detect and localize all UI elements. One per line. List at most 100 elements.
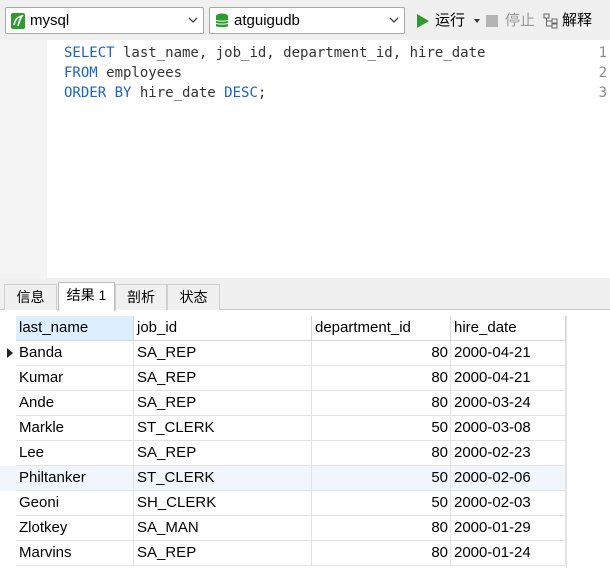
run-button[interactable]: 运行 (414, 11, 481, 31)
cell-last-name[interactable]: Lee (16, 441, 134, 466)
table-row[interactable]: Zlotkey SA_MAN 80 2000-01-29 (0, 516, 566, 541)
sql-editor[interactable]: SELECT last_name, job_id, department_id,… (0, 40, 610, 278)
table-row[interactable]: Marvins SA_REP 80 2000-01-24 (0, 541, 566, 566)
tab-status-label: 状态 (179, 289, 208, 305)
cell-department-id[interactable]: 50 (312, 491, 451, 516)
cell-hire-date[interactable]: 2000-02-23 (451, 441, 566, 466)
table-row[interactable]: Philtanker ST_CLERK 50 2000-02-06 (0, 466, 566, 491)
chevron-down-icon (188, 17, 198, 23)
tab-profile-label: 剖析 (127, 289, 155, 305)
mysql-connection-icon (11, 13, 25, 29)
connection-name: mysql (30, 12, 70, 29)
explain-label: 解释 (562, 12, 593, 29)
cell-last-name[interactable]: Philtanker (16, 466, 134, 491)
database-select[interactable]: atguigudb (209, 7, 405, 34)
cell-last-name[interactable]: Geoni (16, 491, 134, 516)
sql-text: employees (97, 65, 183, 81)
cell-hire-date[interactable]: 2000-03-08 (451, 416, 566, 441)
table-row[interactable]: Geoni SH_CLERK 50 2000-02-03 (0, 491, 566, 516)
tab-info[interactable]: 信息 (4, 284, 57, 310)
code-line[interactable]: SELECT last_name, job_id, department_id,… (64, 43, 485, 63)
cell-job-id[interactable]: SA_MAN (134, 516, 312, 541)
tab-info-label: 信息 (16, 289, 45, 305)
cell-hire-date[interactable]: 2000-02-06 (451, 466, 566, 491)
cell-department-id[interactable]: 80 (312, 391, 451, 416)
table-row[interactable]: Markle ST_CLERK 50 2000-03-08 (0, 416, 566, 441)
sql-text: hire_date (131, 85, 225, 101)
cell-last-name[interactable]: Banda (16, 341, 134, 366)
table-row[interactable]: Kumar SA_REP 80 2000-04-21 (0, 366, 566, 391)
database-icon (215, 13, 229, 28)
cell-job-id[interactable]: SA_REP (134, 541, 312, 566)
stop-label: 停止 (505, 12, 536, 29)
cell-hire-date[interactable]: 2000-04-21 (451, 366, 566, 391)
cell-department-id[interactable]: 80 (312, 516, 451, 541)
cell-department-id[interactable]: 80 (312, 541, 451, 566)
cell-department-id[interactable]: 80 (312, 366, 451, 391)
line-number: 1 (598, 45, 607, 61)
cell-job-id[interactable]: SA_REP (134, 341, 312, 366)
stop-icon (486, 15, 498, 27)
sql-text: ; (257, 85, 267, 101)
cell-last-name[interactable]: Marvins (16, 541, 134, 566)
code-line[interactable]: FROM employees (64, 63, 182, 83)
cell-hire-date[interactable]: 2000-03-24 (451, 391, 566, 416)
result-tab-bar: 信息 结果 1 剖析 状态 (0, 282, 610, 311)
column-header-last-name[interactable]: last_name (16, 316, 134, 341)
cell-department-id[interactable]: 50 (312, 416, 451, 441)
cell-department-id[interactable]: 80 (312, 341, 451, 366)
run-label: 运行 (435, 12, 466, 29)
sql-keyword: FROM (64, 65, 98, 81)
sql-keyword: SELECT (64, 45, 115, 61)
cell-last-name[interactable]: Kumar (16, 366, 134, 391)
result-grid[interactable]: last_name job_id department_id hire_date… (0, 310, 610, 568)
cell-job-id[interactable]: ST_CLERK (134, 416, 312, 441)
tab-status[interactable]: 状态 (167, 284, 220, 310)
cell-job-id[interactable]: ST_CLERK (134, 466, 312, 491)
sql-keyword: DESC (224, 85, 258, 101)
cell-job-id[interactable]: SA_REP (134, 391, 312, 416)
cell-last-name[interactable]: Ande (16, 391, 134, 416)
column-header-department-id[interactable]: department_id (312, 316, 451, 341)
database-name: atguigudb (234, 12, 300, 29)
line-number: 3 (598, 85, 607, 101)
sql-text: last_name, job_id, department_id, hire_d… (114, 45, 486, 61)
tab-profile[interactable]: 剖析 (115, 284, 167, 310)
cell-last-name[interactable]: Markle (16, 416, 134, 441)
cell-job-id[interactable]: SA_REP (134, 441, 312, 466)
column-header-label: department_id (315, 319, 411, 336)
column-header-label: hire_date (454, 319, 517, 336)
stop-button[interactable]: 停止 (486, 11, 535, 31)
line-number: 2 (598, 65, 607, 81)
explain-button[interactable]: 解释 (543, 11, 592, 31)
cell-hire-date[interactable]: 2000-01-29 (451, 516, 566, 541)
connection-select[interactable]: mysql (5, 7, 204, 34)
cell-department-id[interactable]: 50 (312, 466, 451, 491)
cell-job-id[interactable]: SH_CLERK (134, 491, 312, 516)
tab-result-1-label: 结果 1 (66, 287, 107, 303)
cell-hire-date[interactable]: 2000-01-24 (451, 541, 566, 566)
column-header-hire-date[interactable]: hire_date (451, 316, 566, 341)
column-header-job-id[interactable]: job_id (134, 316, 312, 341)
table-row[interactable]: Ande SA_REP 80 2000-03-24 (0, 391, 566, 416)
tab-result-1[interactable]: 结果 1 (58, 282, 115, 311)
cell-hire-date[interactable]: 2000-02-03 (451, 491, 566, 516)
current-row-indicator-icon (7, 348, 13, 358)
cell-department-id[interactable]: 80 (312, 441, 451, 466)
caret-down-icon[interactable] (474, 19, 481, 23)
play-icon (417, 14, 429, 28)
line-number-gutter (0, 40, 47, 278)
column-header-label: job_id (137, 319, 178, 336)
cell-job-id[interactable]: SA_REP (134, 366, 312, 391)
explain-icon (543, 13, 558, 29)
grid-empty-area (566, 316, 610, 568)
grid-header: last_name job_id department_id hire_date (0, 316, 566, 341)
cell-hire-date[interactable]: 2000-04-21 (451, 341, 566, 366)
code-line[interactable]: ORDER BY hire_date DESC; (64, 83, 266, 103)
column-header-label: last_name (19, 319, 89, 336)
toolbar: mysql atguigudb 运行 停止 解释 (0, 0, 610, 40)
sql-keyword: ORDER BY (64, 85, 132, 101)
table-row[interactable]: Lee SA_REP 80 2000-02-23 (0, 441, 566, 466)
cell-last-name[interactable]: Zlotkey (16, 516, 134, 541)
table-row[interactable]: Banda SA_REP 80 2000-04-21 (0, 341, 566, 366)
